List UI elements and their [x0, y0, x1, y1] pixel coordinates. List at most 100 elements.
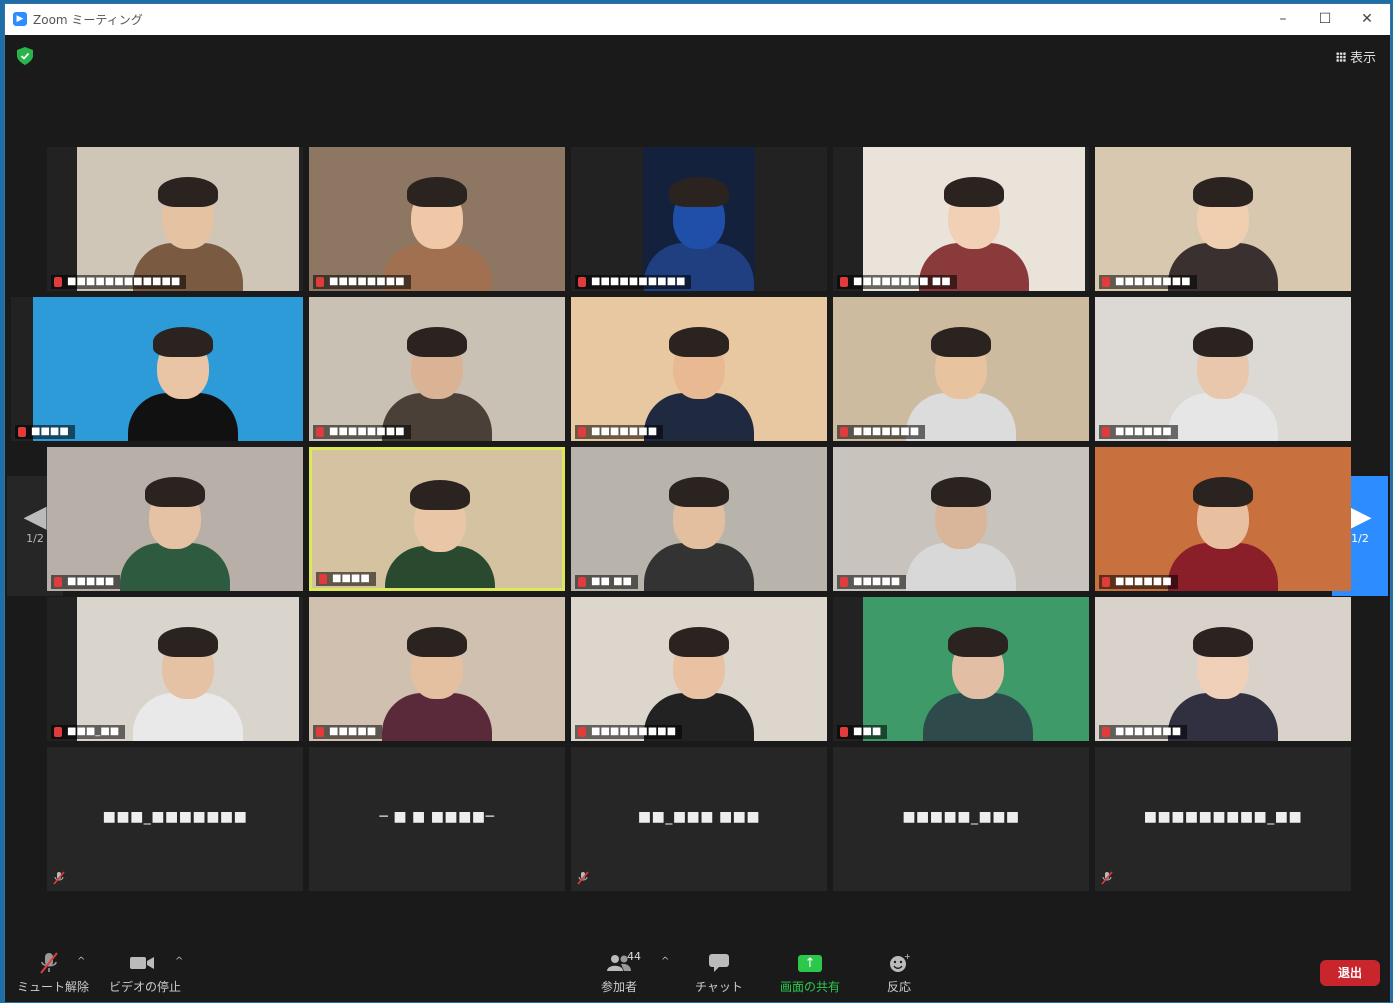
participant-video-tile[interactable]: ■■■■■■■■	[1095, 147, 1351, 291]
participant-video-tile[interactable]: ■■■■	[11, 297, 303, 441]
participant-body	[133, 693, 243, 741]
mic-status-icon	[840, 427, 848, 437]
video-feed	[1095, 297, 1351, 441]
participant-name: ■■■■■■■■	[329, 276, 405, 287]
mic-status-icon	[578, 277, 586, 287]
participant-video-tile[interactable]: ■■■■■	[47, 447, 303, 591]
close-button[interactable]: ✕	[1352, 8, 1382, 30]
participant-video-tile[interactable]: ■■■■■■	[1095, 447, 1351, 591]
participant-name-tag: ■■■■■■■■■■■■	[51, 275, 187, 289]
participant-hair	[1193, 477, 1253, 507]
video-feed	[833, 447, 1089, 591]
participant-body	[644, 543, 754, 591]
participant-video-tile[interactable]: ■■■■	[309, 447, 565, 591]
mute-button[interactable]: ミュート解除	[17, 950, 90, 995]
participant-name-tag: ■■■	[837, 725, 888, 739]
participant-hair	[669, 177, 729, 207]
mic-status-icon	[1102, 727, 1110, 737]
participant-audio-tile[interactable]: ■■■_■■■■■■■	[47, 747, 303, 891]
participant-name-tag: ■■■■■■■■	[313, 425, 411, 439]
participants-button[interactable]: 44 参加者	[591, 950, 647, 995]
participant-hair	[158, 627, 218, 657]
participant-video-tile[interactable]: ■■■■■■■■■■	[571, 147, 827, 291]
video-options-caret-icon[interactable]: ^	[175, 956, 183, 967]
view-label: 表示	[1349, 51, 1376, 66]
participant-video-tile[interactable]: ■■■■■■■■ ■■	[833, 147, 1089, 291]
video-feed	[309, 297, 565, 441]
participant-name: ■■■■	[332, 573, 370, 584]
participant-audio-tile[interactable]: ■■■■■_■■■	[833, 747, 1089, 891]
participant-name: ■■■■■■■■■_■■	[1143, 809, 1303, 825]
participant-hair	[669, 627, 729, 657]
participant-name: ■■■_■■	[67, 726, 120, 737]
reactions-button[interactable]: + 反応	[879, 950, 919, 995]
mic-status-icon	[54, 277, 62, 287]
video-feed	[312, 450, 562, 588]
mic-status-icon	[1102, 427, 1110, 437]
video-camera-icon	[109, 950, 175, 976]
mic-status-icon	[316, 727, 324, 737]
participant-hair	[669, 477, 729, 507]
participant-video-tile[interactable]: ■■■■■■	[1095, 297, 1351, 441]
participant-audio-tile[interactable]: ─ ■ ■ ■■■■─	[309, 747, 565, 891]
video-feed	[77, 147, 299, 291]
mic-status-icon	[578, 727, 586, 737]
participant-name-tag: ■■■■■■■■ ■■	[837, 275, 957, 289]
mute-label: ミュート解除	[17, 980, 90, 994]
participant-name: ■■■■■_■■■	[902, 809, 1020, 825]
participant-name: ■■■■■	[67, 576, 115, 587]
chat-button[interactable]: チャット	[695, 950, 743, 995]
maximize-button[interactable]: ☐	[1310, 8, 1340, 30]
mic-status-icon	[316, 427, 324, 437]
minimize-button[interactable]: –	[1268, 8, 1298, 30]
participant-video-tile[interactable]: ■■■■■■■■■■■■	[47, 147, 303, 291]
participant-name: ■■■■■■■	[591, 426, 658, 437]
participant-name: ─ ■ ■ ■■■■─	[379, 809, 495, 825]
participant-video-tile[interactable]: ■■■_■■	[47, 597, 303, 741]
video-feed	[643, 147, 755, 291]
mic-status-icon	[316, 277, 324, 287]
zoom-window: ▶ Zoom ミーティング – ☐ ✕ 表示 ◀ 1/2 ▶ 1/2 ■■■■■…	[4, 3, 1391, 1002]
participant-name-tag: ■■■_■■	[51, 725, 126, 739]
svg-text:+: +	[904, 952, 910, 961]
participant-name-tag: ■■■■■■■■■■	[575, 275, 692, 289]
participant-video-tile[interactable]: ■■■■■■■	[1095, 597, 1351, 741]
view-toggle-button[interactable]: 表示	[1335, 47, 1376, 66]
participant-video-tile[interactable]: ■■■■■■■■	[309, 297, 565, 441]
leave-meeting-button[interactable]: 退出	[1320, 960, 1380, 986]
participant-name: ■■ ■■	[591, 576, 632, 587]
participant-name-tag: ■■■■■	[313, 725, 383, 739]
participant-body	[1168, 393, 1278, 441]
share-screen-button[interactable]: ↑ 画面の共有	[773, 950, 847, 995]
participant-name-tag: ■■■■	[316, 572, 376, 586]
participant-video-tile[interactable]: ■■■■■	[309, 597, 565, 741]
participant-hair	[410, 480, 470, 510]
participant-video-tile[interactable]: ■■■■■■■	[833, 297, 1089, 441]
video-feed	[47, 447, 303, 591]
mute-options-caret-icon[interactable]: ^	[77, 956, 85, 967]
participant-name-tag: ■■■■	[15, 425, 75, 439]
mic-status-icon	[578, 427, 586, 437]
participant-name: ■■_■■■ ■■■	[637, 809, 761, 825]
participant-video-tile[interactable]: ■■■■■■■■	[309, 147, 565, 291]
video-feed	[833, 297, 1089, 441]
video-feed	[571, 297, 827, 441]
video-label: ビデオの停止	[109, 980, 182, 994]
participant-video-tile[interactable]: ■■■■■■■	[571, 297, 827, 441]
participant-video-tile[interactable]: ■■■■■■■■■	[571, 597, 827, 741]
participant-video-tile[interactable]: ■■■	[833, 597, 1089, 741]
participant-hair	[1193, 627, 1253, 657]
participant-name-tag: ■■■■■■	[1099, 575, 1178, 589]
participant-video-tile[interactable]: ■■ ■■	[571, 447, 827, 591]
participants-options-caret-icon[interactable]: ^	[661, 956, 669, 967]
video-feed	[77, 597, 299, 741]
stop-video-button[interactable]: ビデオの停止	[109, 950, 182, 995]
participant-name-tag: ■■■■■■■■	[1099, 275, 1197, 289]
shield-check-icon[interactable]	[17, 47, 33, 65]
title-bar: ▶ Zoom ミーティング – ☐ ✕	[5, 4, 1390, 35]
participant-audio-tile[interactable]: ■■■■■■■■■_■■	[1095, 747, 1351, 891]
mic-status-icon	[319, 574, 327, 584]
mic-status-icon	[54, 727, 62, 737]
participant-video-tile[interactable]: ■■■■■	[833, 447, 1089, 591]
participant-audio-tile[interactable]: ■■_■■■ ■■■	[571, 747, 827, 891]
